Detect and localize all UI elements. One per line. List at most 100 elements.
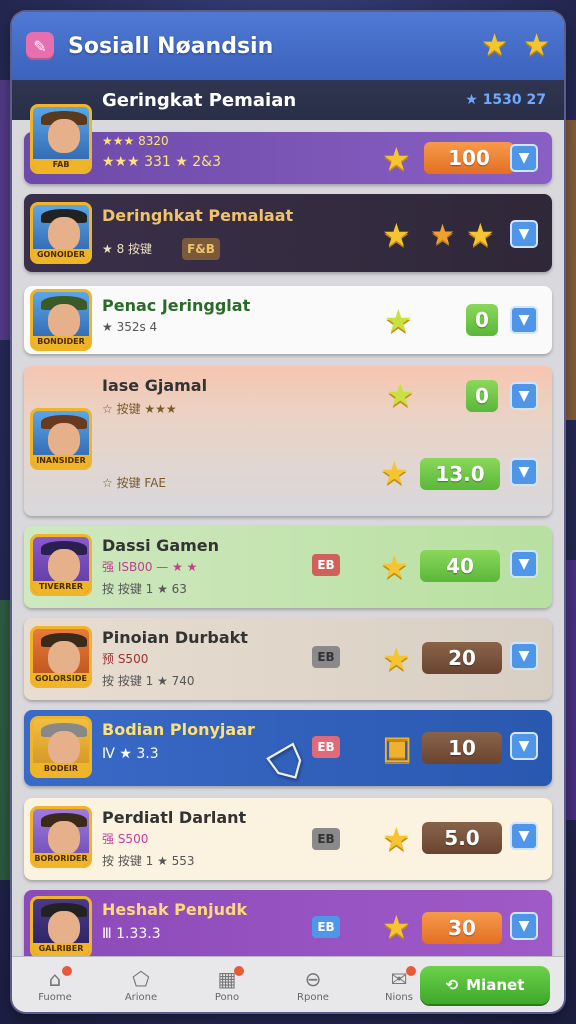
avatar: BONDIDER: [30, 289, 92, 351]
star-icon: ★: [382, 640, 411, 678]
chevron-down-icon[interactable]: ▼: [510, 822, 538, 850]
chevron-down-icon[interactable]: ▼: [510, 912, 538, 940]
star-icon: ★: [380, 548, 409, 586]
nav-label: Arione: [124, 992, 158, 1003]
score-value: 0: [466, 380, 498, 412]
player-name: Deringhkat Pemalaat: [102, 206, 294, 225]
avatar: GALRIBER: [30, 896, 92, 958]
star-icon[interactable]: ★: [481, 28, 508, 63]
avatar: GONOIDER: [30, 202, 92, 264]
leaderboard-row[interactable]: TIVERRER Dassi Gamen 强 ISB00 — ★ ★ 按 按键 …: [24, 526, 552, 608]
star-icon: ★: [382, 140, 411, 178]
score-value: 5.0: [422, 822, 502, 854]
score-value: 0: [466, 304, 498, 336]
score-value: 40: [420, 550, 500, 582]
avatar: GOLORSIDE: [30, 626, 92, 688]
nav-rpone[interactable]: ⊖ Rpone: [270, 966, 356, 1003]
cta-label: Mianet: [466, 976, 525, 994]
score-value: 10: [422, 732, 502, 764]
nav-label: Fuome: [38, 992, 72, 1003]
player-name: Heshak Penjudk: [102, 900, 248, 919]
points-total: ★ 1530 27: [465, 92, 546, 108]
mianet-button[interactable]: ⟲ Mianet: [420, 966, 550, 1004]
row-stat: ★★★ 331 ★ 2&3: [102, 154, 222, 170]
player-name: Iase Gjamal: [102, 376, 208, 395]
score-value: 100: [424, 142, 514, 174]
row-stat: 按 按键 1 ★ 740: [102, 674, 195, 688]
link-icon: ⟲: [445, 976, 459, 994]
status-badge: F&B: [182, 238, 220, 260]
player-name: Pinoian Durbakt: [102, 628, 248, 647]
chevron-down-icon[interactable]: ▼: [510, 550, 538, 578]
chevron-down-icon[interactable]: ▼: [510, 642, 538, 670]
leaderboard-row[interactable]: BONDIDER Penac Jeringglat ★ 352s 4 ★ 0 ▼: [24, 286, 552, 354]
avatar: FAB: [30, 104, 92, 174]
avatar: BODEIR: [30, 716, 92, 778]
status-badge: EB: [312, 554, 340, 576]
leaderboard-row[interactable]: INANSIDER Iase Gjamal ☆ 按键 ★★★ ☆ 按键 FAE …: [24, 366, 552, 516]
star-icon: ★: [382, 820, 411, 858]
row-stat: ☆ 按键 FAE: [102, 476, 166, 490]
player-name: Bodian Plonyjaar: [102, 720, 255, 739]
nav-home[interactable]: ⌂ Fuome: [12, 966, 98, 1003]
bottom-nav: ⌂ Fuome ⬠ Arione ▦ Pono ⊖ Rpone ✉ Nions ⟲ Mian…: [12, 956, 564, 1012]
leaderboard-row[interactable]: BORORIDER Perdiatl Darlant 强 S500 按 按键 1…: [24, 798, 552, 880]
score-value: 13.0: [420, 458, 500, 490]
leaderboard-row[interactable]: GALRIBER Heshak Penjudk Ⅲ 1.33.3 EB ★ 30…: [24, 890, 552, 966]
star-icon: ★: [380, 454, 409, 492]
gift-icon: ▦: [217, 967, 237, 991]
nav-arione[interactable]: ⬠ Arione: [98, 966, 184, 1003]
star-icon: ★: [466, 216, 495, 254]
lock-icon: ⊖: [304, 967, 322, 991]
row-stat: 按 按键 1 ★ 553: [102, 854, 195, 868]
leaderboard-row[interactable]: GONOIDER Deringhkat Pemalaat ★ 8 按键 F&B …: [24, 194, 552, 272]
pentagon-icon: ⬠: [132, 967, 150, 991]
app-title: Sosiall Nøandsin: [68, 33, 274, 59]
leaderboard-title: Geringkat Pemaian: [102, 89, 297, 111]
leaderboard-row[interactable]: GOLORSIDE Pinoian Durbakt 预 S500 按 按键 1 …: [24, 618, 552, 700]
score-value: 20: [422, 642, 502, 674]
avatar: INANSIDER: [30, 408, 92, 470]
leaderboard-header: Geringkat Pemaian ★ 1530 27: [12, 80, 564, 120]
nav-label: Pono: [214, 992, 240, 1003]
star-icon: ★: [384, 302, 413, 340]
pencil-icon[interactable]: ✎: [26, 32, 54, 60]
player-name: Perdiatl Darlant: [102, 808, 247, 827]
gift-box-icon: ▣: [382, 728, 413, 766]
nav-pono[interactable]: ▦ Pono: [184, 966, 270, 1003]
chevron-down-icon[interactable]: ▼: [510, 732, 538, 760]
status-badge: EB: [312, 736, 340, 758]
status-badge: EB: [312, 646, 340, 668]
status-badge: EB: [312, 916, 340, 938]
app-window: ✎ Sosiall Nøandsin ★ ★ Geringkat Pemaian…: [12, 12, 564, 1012]
star-icon: ★: [430, 218, 456, 251]
row-stat: 预 S500: [102, 652, 149, 666]
avatar: BORORIDER: [30, 806, 92, 868]
row-stat: ★ 8 按键: [102, 242, 153, 256]
row-stat: 按 按键 1 ★ 63: [102, 582, 187, 596]
points-value: 1530 27: [482, 92, 546, 108]
status-badge: EB: [312, 828, 340, 850]
star-icon: ★: [382, 216, 411, 254]
chevron-down-icon[interactable]: ▼: [510, 382, 538, 410]
row-stat: Ⅲ 1.33.3: [102, 926, 161, 942]
row-stat: 强 ISB00 — ★ ★: [102, 560, 198, 574]
row-stat: 强 S500: [102, 832, 149, 846]
star-icon: ★: [386, 376, 415, 414]
star-icon: ★: [382, 908, 411, 946]
row-stat: ☆ 按键 ★★★: [102, 402, 177, 416]
nav-label: Rpone: [297, 992, 329, 1003]
avatar: TIVERRER: [30, 534, 92, 596]
star-badge-icon[interactable]: ★: [523, 28, 550, 63]
row-stat: ★★★ 8320: [102, 134, 169, 148]
row-stat: ★ 352s 4: [102, 320, 158, 334]
chevron-down-icon[interactable]: ▼: [510, 458, 538, 486]
chevron-down-icon[interactable]: ▼: [510, 306, 538, 334]
player-name: Penac Jeringglat: [102, 296, 251, 315]
player-name: Dassi Gamen: [102, 536, 220, 555]
top-bar: ✎ Sosiall Nøandsin ★ ★: [12, 12, 564, 80]
chevron-down-icon[interactable]: ▼: [510, 144, 538, 172]
leaderboard-row[interactable]: FAB ★★★ 8320 ★★★ 331 ★ 2&3 ★ 100 ▼: [24, 104, 552, 184]
nav-label: Nions: [385, 992, 413, 1003]
chevron-down-icon[interactable]: ▼: [510, 220, 538, 248]
